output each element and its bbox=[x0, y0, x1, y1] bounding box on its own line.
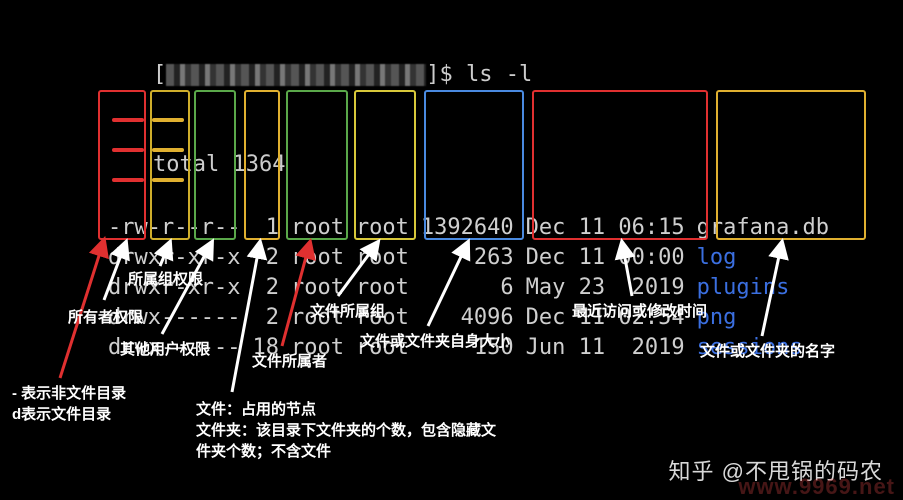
ann-date: 最近访问或修改时间 bbox=[572, 300, 707, 321]
box-name bbox=[716, 90, 866, 240]
cell-size: 4096 bbox=[417, 304, 518, 332]
prompt-suffix: $ bbox=[439, 62, 466, 87]
bracket-open: [ bbox=[153, 62, 166, 87]
site-url: www.9969.net bbox=[738, 474, 895, 500]
box-links bbox=[244, 90, 280, 240]
cell-date: Dec 11 00:00 bbox=[522, 244, 689, 272]
table-row: drwx------2rootroot4096Dec 11 02:54png bbox=[104, 304, 833, 332]
cell-links: 2 bbox=[248, 304, 283, 332]
hostname-redacted bbox=[166, 64, 426, 86]
box-group bbox=[354, 90, 416, 240]
mark-group-1 bbox=[152, 118, 184, 122]
cell-name: plugins bbox=[693, 274, 833, 302]
mark-owner-2 bbox=[112, 148, 144, 152]
mark-group-2 bbox=[152, 148, 184, 152]
ann-other-perm: 其他用户权限 bbox=[120, 338, 210, 359]
box-group-perm bbox=[150, 90, 190, 240]
cell-date: Jun 11 2019 bbox=[522, 334, 689, 362]
command: ls -l bbox=[466, 62, 532, 87]
ann-name: 文件或文件夹的名字 bbox=[700, 340, 835, 361]
cell-name: png bbox=[693, 304, 833, 332]
ann-owner: 文件所属者 bbox=[252, 350, 327, 371]
cell-group: root bbox=[352, 274, 413, 302]
box-date bbox=[532, 90, 708, 240]
box-owner-perm bbox=[98, 90, 146, 240]
cell-size: 263 bbox=[417, 244, 518, 272]
stage: { "prompt": { "bracket_open":"[", "brack… bbox=[0, 0, 903, 500]
mark-owner-1 bbox=[112, 118, 144, 122]
ann-owner-perm: 所有者权限 bbox=[68, 306, 143, 327]
cell-owner: root bbox=[287, 274, 348, 302]
ann-links: 文件：占用的节点 文件夹：该目录下文件夹的个数，包含隐藏文 件夹个数；不含文件 bbox=[196, 398, 496, 461]
cell-date: May 23 2019 bbox=[522, 274, 689, 302]
ann-group-perm: 所属组权限 bbox=[128, 268, 203, 289]
ann-type: - 表示非文件目录 d表示文件目录 bbox=[12, 382, 126, 424]
cell-name: log bbox=[693, 244, 833, 272]
box-other-perm bbox=[194, 90, 236, 240]
cell-size: 6 bbox=[417, 274, 518, 302]
cell-group: root bbox=[352, 244, 413, 272]
bracket-close: ] bbox=[426, 62, 439, 87]
cell-owner: root bbox=[287, 244, 348, 272]
table-row: drwxr-xr-x2rootroot6May 23 2019plugins bbox=[104, 274, 833, 302]
ann-group: 文件所属组 bbox=[310, 300, 385, 321]
table-row: drwxr-xr-x2rootroot263Dec 11 00:00log bbox=[104, 244, 833, 272]
mark-group-3 bbox=[152, 178, 184, 182]
cell-links: 2 bbox=[248, 244, 283, 272]
box-size bbox=[424, 90, 524, 240]
mark-owner-3 bbox=[112, 178, 144, 182]
cell-links: 2 bbox=[248, 274, 283, 302]
box-owner bbox=[286, 90, 348, 240]
ann-size: 文件或文件夹自身大小 bbox=[360, 330, 510, 351]
